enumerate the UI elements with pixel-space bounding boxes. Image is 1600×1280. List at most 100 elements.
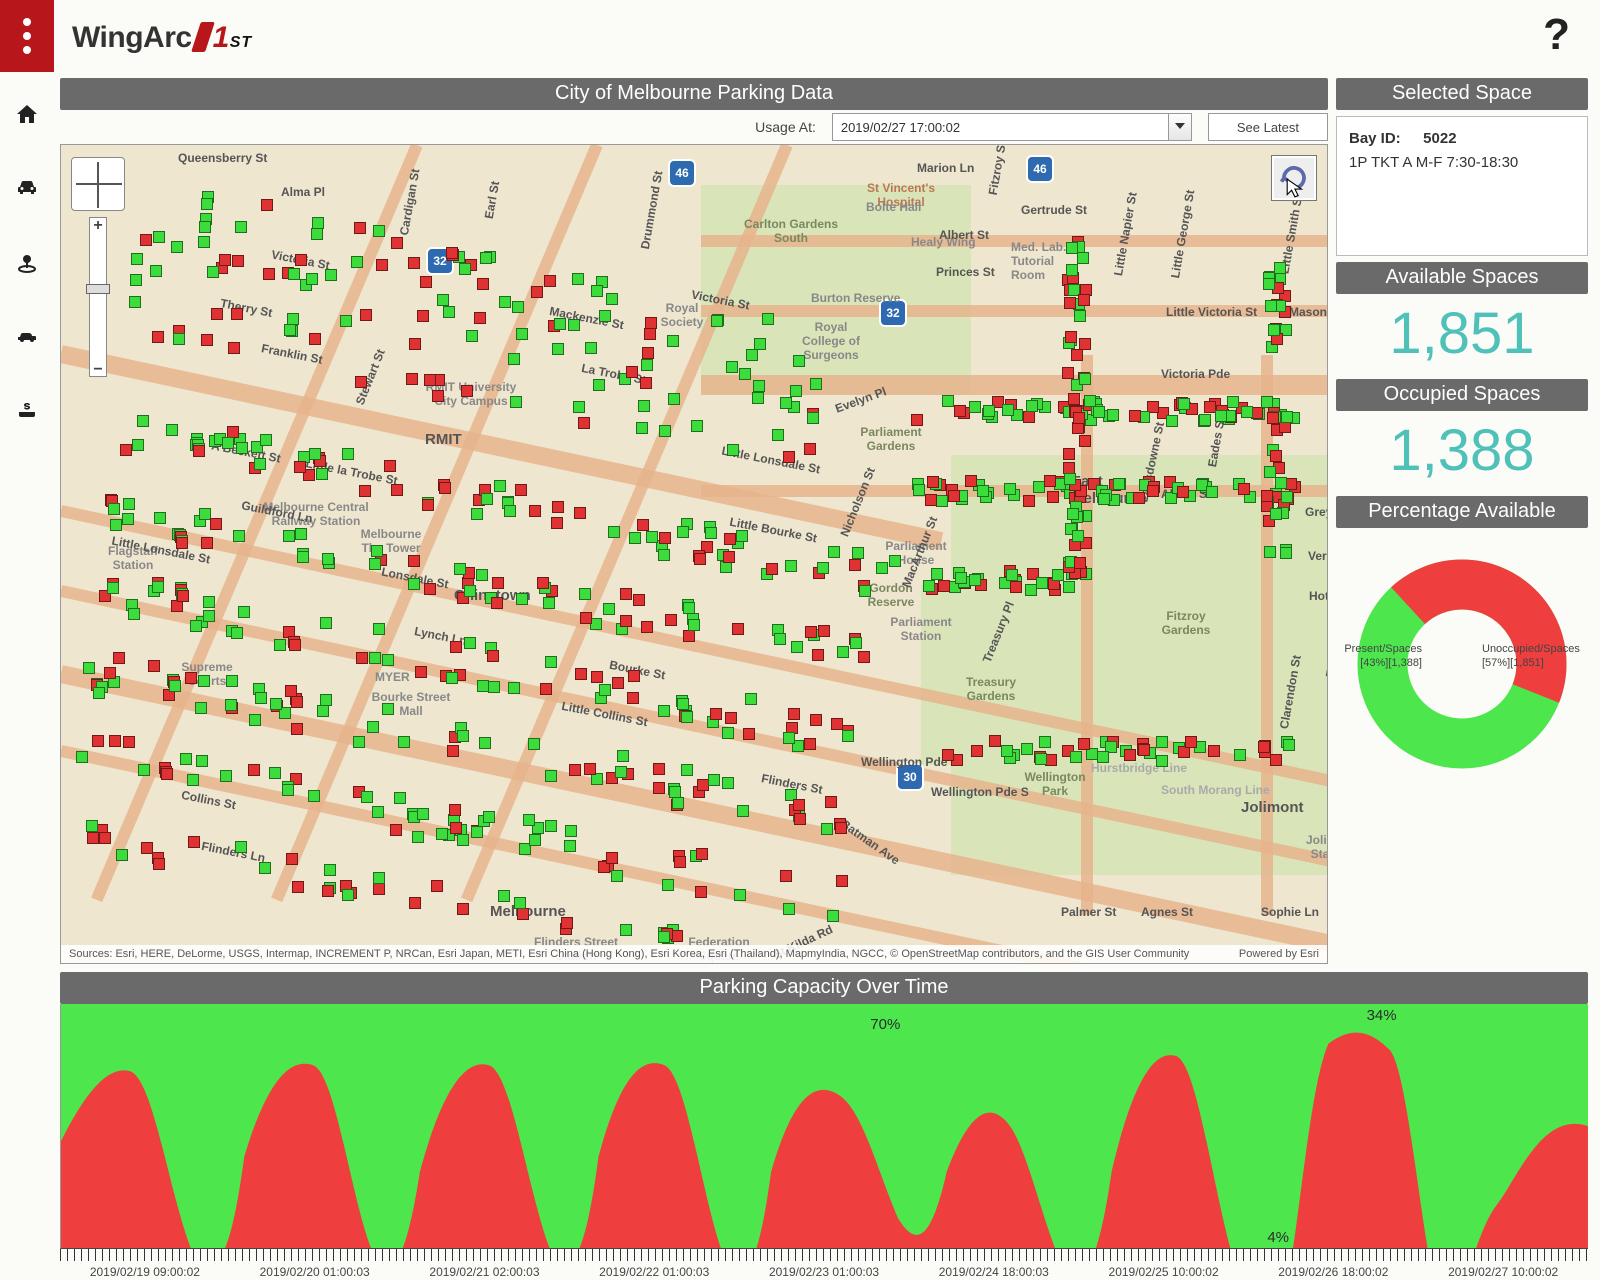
parking-bay-marker[interactable]: [1026, 400, 1038, 412]
parking-bay-marker[interactable]: [439, 482, 451, 494]
parking-bay-marker[interactable]: [1067, 508, 1079, 520]
parking-bay-marker[interactable]: [1002, 404, 1014, 416]
parking-bay-marker[interactable]: [927, 476, 939, 488]
parking-bay-marker[interactable]: [552, 343, 564, 355]
parking-bay-marker[interactable]: [653, 782, 665, 794]
parking-bay-marker[interactable]: [1281, 491, 1293, 503]
parking-bay-marker[interactable]: [235, 221, 247, 233]
parking-bay-marker[interactable]: [638, 400, 650, 412]
parking-bay-marker[interactable]: [207, 266, 219, 278]
parking-bay-marker[interactable]: [498, 890, 510, 902]
parking-bay-marker[interactable]: [573, 401, 585, 413]
parking-bay-marker[interactable]: [195, 702, 207, 714]
parking-bay-marker[interactable]: [137, 415, 149, 427]
parking-bay-marker[interactable]: [169, 680, 181, 692]
parking-bay-marker[interactable]: [512, 301, 524, 313]
parking-bay-marker[interactable]: [1206, 486, 1218, 498]
parking-bay-marker[interactable]: [659, 532, 671, 544]
parking-bay-marker[interactable]: [818, 625, 830, 637]
parking-bay-marker[interactable]: [457, 834, 469, 846]
parking-bay-marker[interactable]: [356, 652, 368, 664]
parking-bay-marker[interactable]: [836, 875, 848, 887]
parking-bay-marker[interactable]: [681, 764, 693, 776]
parking-bay-marker[interactable]: [711, 315, 723, 327]
parking-bay-marker[interactable]: [772, 429, 784, 441]
parking-bay-marker[interactable]: [148, 660, 160, 672]
parking-bay-marker[interactable]: [261, 199, 273, 211]
parking-bay-marker[interactable]: [412, 831, 424, 843]
parking-bay-marker[interactable]: [791, 641, 803, 653]
parking-bay-marker[interactable]: [606, 852, 618, 864]
parking-bay-marker[interactable]: [1185, 736, 1197, 748]
parking-bay-marker[interactable]: [325, 269, 337, 281]
parking-bay-marker[interactable]: [471, 508, 483, 520]
home-icon[interactable]: [13, 102, 41, 126]
parking-bay-marker[interactable]: [835, 822, 847, 834]
parking-bay-marker[interactable]: [599, 310, 611, 322]
parking-bay-marker[interactable]: [642, 347, 654, 359]
parking-bay-marker[interactable]: [226, 675, 238, 687]
parking-bay-marker[interactable]: [565, 825, 577, 837]
parking-bay-marker[interactable]: [606, 293, 618, 305]
parking-bay-marker[interactable]: [289, 639, 301, 651]
parking-bay-marker[interactable]: [653, 763, 665, 775]
parking-bay-marker[interactable]: [620, 588, 632, 600]
parking-bay-marker[interactable]: [788, 708, 800, 720]
parking-bay-marker[interactable]: [1063, 581, 1075, 593]
parking-bay-marker[interactable]: [727, 444, 739, 456]
parking-bay-marker[interactable]: [309, 333, 321, 345]
parking-bay-marker[interactable]: [575, 668, 587, 680]
parking-bay-marker[interactable]: [1001, 745, 1013, 757]
parking-bay-marker[interactable]: [459, 263, 471, 275]
parking-bay-marker[interactable]: [190, 620, 202, 632]
parking-bay-marker[interactable]: [93, 687, 105, 699]
parking-bay-marker[interactable]: [113, 652, 125, 664]
parking-bay-marker[interactable]: [1280, 547, 1292, 559]
parking-bay-marker[interactable]: [132, 439, 144, 451]
parking-bay-marker[interactable]: [291, 723, 303, 735]
parking-bay-marker[interactable]: [390, 824, 402, 836]
parking-bay-marker[interactable]: [260, 434, 272, 446]
parking-bay-marker[interactable]: [517, 908, 529, 920]
parking-bay-marker[interactable]: [662, 879, 674, 891]
parking-bay-marker[interactable]: [641, 621, 653, 633]
parking-bay-marker[interactable]: [783, 451, 795, 463]
parking-bay-marker[interactable]: [641, 359, 653, 371]
parking-bay-marker[interactable]: [153, 858, 165, 870]
parking-bay-marker[interactable]: [446, 247, 458, 259]
parking-bay-marker[interactable]: [1004, 483, 1016, 495]
parking-bay-marker[interactable]: [1283, 739, 1295, 751]
parking-bay-marker[interactable]: [340, 315, 352, 327]
parking-bay-marker[interactable]: [292, 881, 304, 893]
parking-bay-marker[interactable]: [203, 610, 215, 622]
parking-bay-marker[interactable]: [369, 558, 381, 570]
parking-bay-marker[interactable]: [1147, 485, 1159, 497]
parking-bay-marker[interactable]: [1097, 751, 1109, 763]
parking-bay-marker[interactable]: [812, 649, 824, 661]
parking-bay-marker[interactable]: [417, 808, 429, 820]
parking-bay-marker[interactable]: [645, 317, 657, 329]
parking-bay-marker[interactable]: [1113, 478, 1125, 490]
parking-bay-marker[interactable]: [515, 484, 527, 496]
parking-bay-marker[interactable]: [574, 507, 586, 519]
parking-bay-marker[interactable]: [1264, 466, 1276, 478]
parking-bay-marker[interactable]: [408, 578, 420, 590]
parking-bay-marker[interactable]: [983, 405, 995, 417]
parking-bay-marker[interactable]: [171, 600, 183, 612]
parking-bay-marker[interactable]: [1077, 252, 1089, 264]
parking-bay-marker[interactable]: [152, 331, 164, 343]
parking-bay-marker[interactable]: [284, 324, 296, 336]
parking-bay-marker[interactable]: [804, 443, 816, 455]
parking-bay-marker[interactable]: [92, 735, 104, 747]
parking-bay-marker[interactable]: [580, 612, 592, 624]
parking-bay-marker[interactable]: [449, 804, 461, 816]
parking-bay-marker[interactable]: [359, 485, 371, 497]
parking-bay-marker[interactable]: [1204, 401, 1216, 413]
parking-bay-marker[interactable]: [1064, 297, 1076, 309]
parking-bay-marker[interactable]: [481, 493, 493, 505]
parking-bay-marker[interactable]: [954, 405, 966, 417]
time-chart[interactable]: 70% 34% 4%: [60, 1004, 1588, 1249]
parking-bay-marker[interactable]: [804, 738, 816, 750]
parking-bay-marker[interactable]: [263, 268, 275, 280]
parking-bay-marker[interactable]: [1047, 491, 1059, 503]
